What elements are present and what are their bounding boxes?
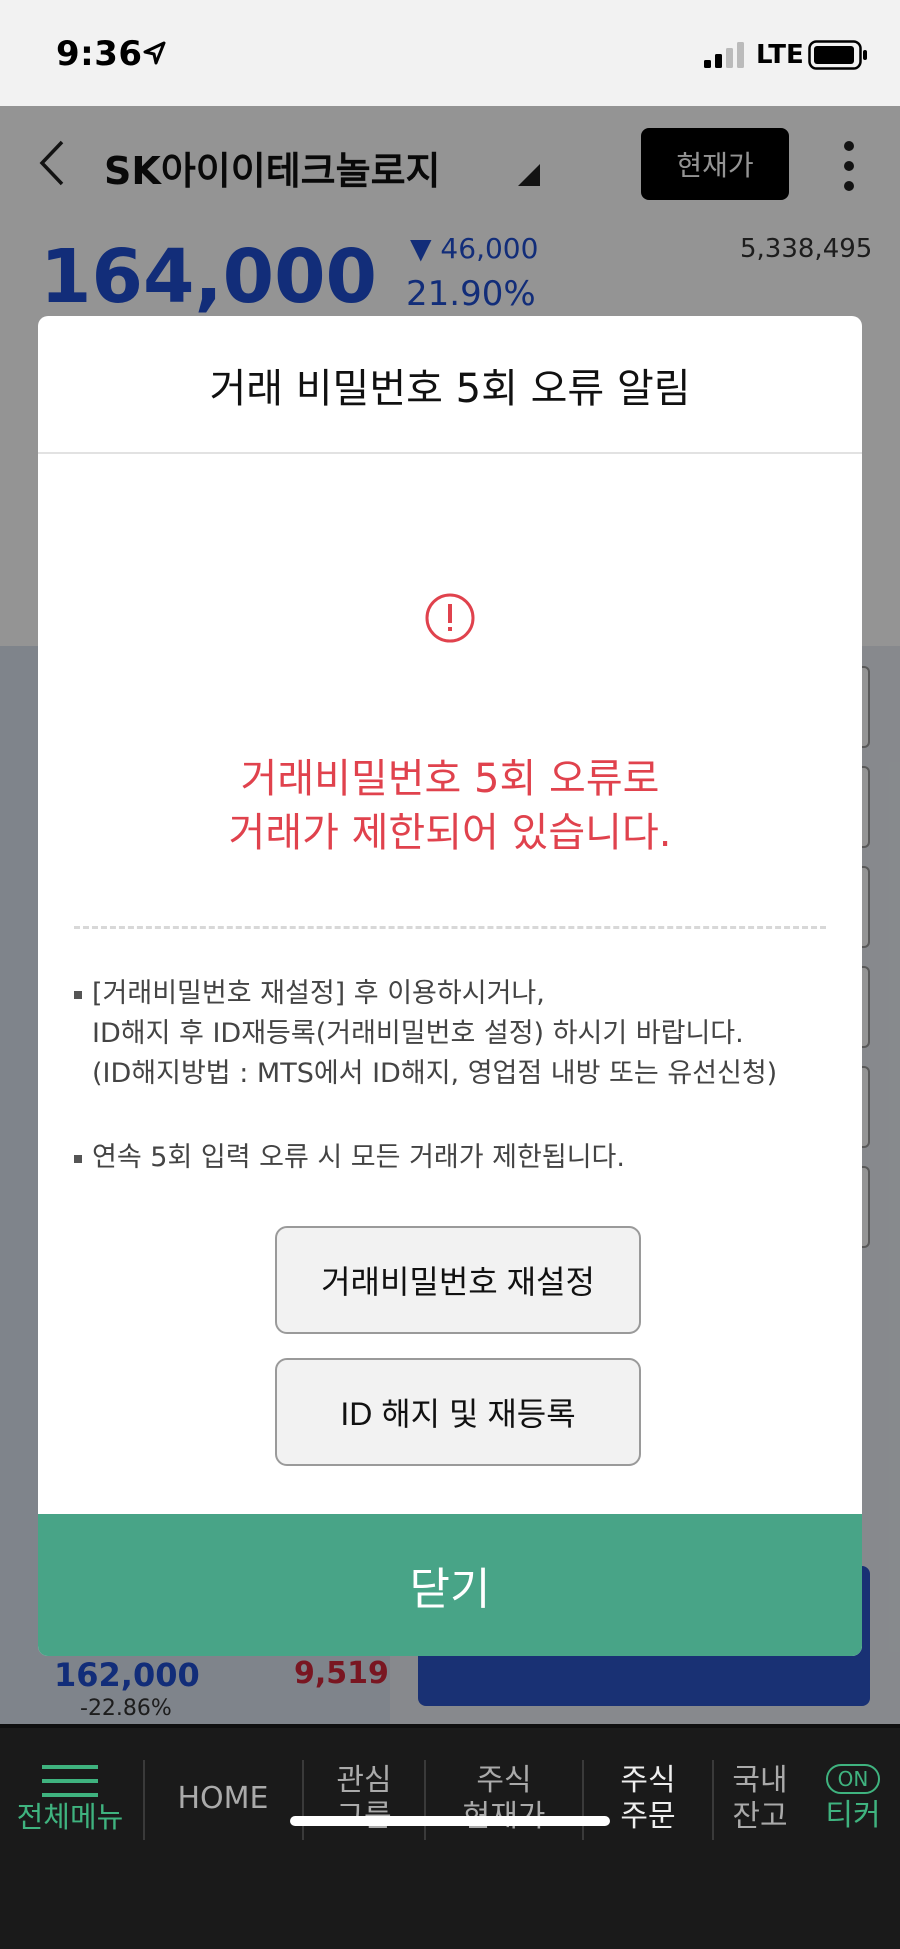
nav-divider [712, 1760, 714, 1840]
home-indicator[interactable] [290, 1816, 610, 1826]
bullet-icon [74, 990, 82, 999]
nav-watchlist[interactable]: 관심 그룹 [305, 1724, 423, 1874]
home-bar-area [0, 1874, 900, 1949]
nav-all-menu[interactable]: 전체메뉴 [0, 1724, 140, 1874]
dashed-divider [74, 926, 826, 929]
nav-stock-order[interactable]: 주식 주문 [585, 1724, 711, 1874]
close-button[interactable]: 닫기 [38, 1514, 862, 1656]
warning-note: 연속 5회 입력 오류 시 모든 거래가 제한됩니다. [74, 1138, 834, 1178]
reset-password-button[interactable]: 거래비밀번호 재설정 [275, 1226, 641, 1334]
note-line: ID해지 후 ID재등록(거래비밀번호 설정) 하시기 바랍니다. [92, 1018, 744, 1049]
location-arrow-icon [143, 41, 166, 65]
id-reregister-button[interactable]: ID 해지 및 재등록 [275, 1358, 641, 1466]
nav-domestic-balance[interactable]: 국내 잔고 [715, 1724, 805, 1874]
hamburger-menu-icon [42, 1765, 98, 1797]
note-line: (ID해지방법 : MTS에서 ID해지, 영업점 내방 또는 유선신청) [92, 1058, 778, 1089]
nav-ticker-toggle[interactable]: ON 티커 [810, 1724, 896, 1874]
nav-label: 주식 주문 [620, 1763, 676, 1834]
bottom-navigation: 전체메뉴 HOME 관심 그룹 주식 현재가 주식 주문 국내 잔고 ON 티커 [0, 1724, 900, 1874]
network-type: LTE [756, 40, 804, 70]
nav-divider [582, 1760, 584, 1840]
exclamation-alert-icon [425, 593, 475, 643]
error-alert-dialog: 거래 비밀번호 5회 오류 알림 거래비밀번호 5회 오류로 거래가 제한되어 … [38, 316, 862, 1656]
alert-message-line: 거래비밀번호 5회 오류로 [240, 756, 660, 802]
bullet-icon [74, 1154, 82, 1163]
battery-icon [808, 40, 867, 70]
status-bar: 9:36 LTE [0, 0, 900, 106]
nav-divider [424, 1760, 426, 1840]
nav-label: 티커 [825, 1798, 881, 1833]
nav-label: 국내 잔고 [732, 1763, 788, 1834]
note-line: [거래비밀번호 재설정] 후 이용하시거나, [92, 978, 545, 1009]
nav-label: 전체메뉴 [16, 1800, 124, 1834]
alert-message: 거래비밀번호 5회 오류로 거래가 제한되어 있습니다. [38, 752, 862, 860]
note-line: 연속 5회 입력 오류 시 모든 거래가 제한됩니다. [92, 1142, 625, 1173]
alert-message-line: 거래가 제한되어 있습니다. [228, 810, 672, 856]
nav-divider [302, 1760, 304, 1840]
nav-home[interactable]: HOME [146, 1724, 300, 1874]
dialog-divider [38, 452, 862, 454]
nav-stock-price[interactable]: 주식 현재가 [427, 1724, 581, 1874]
instruction-note: [거래비밀번호 재설정] 후 이용하시거나, ID해지 후 ID재등록(거래비밀… [74, 974, 834, 1094]
dialog-title: 거래 비밀번호 5회 오류 알림 [209, 366, 691, 412]
status-time: 9:36 [56, 34, 143, 74]
nav-divider [143, 1760, 145, 1840]
nav-label: HOME [177, 1781, 269, 1816]
signal-icon [704, 42, 744, 68]
ticker-on-badge: ON [825, 1764, 881, 1794]
